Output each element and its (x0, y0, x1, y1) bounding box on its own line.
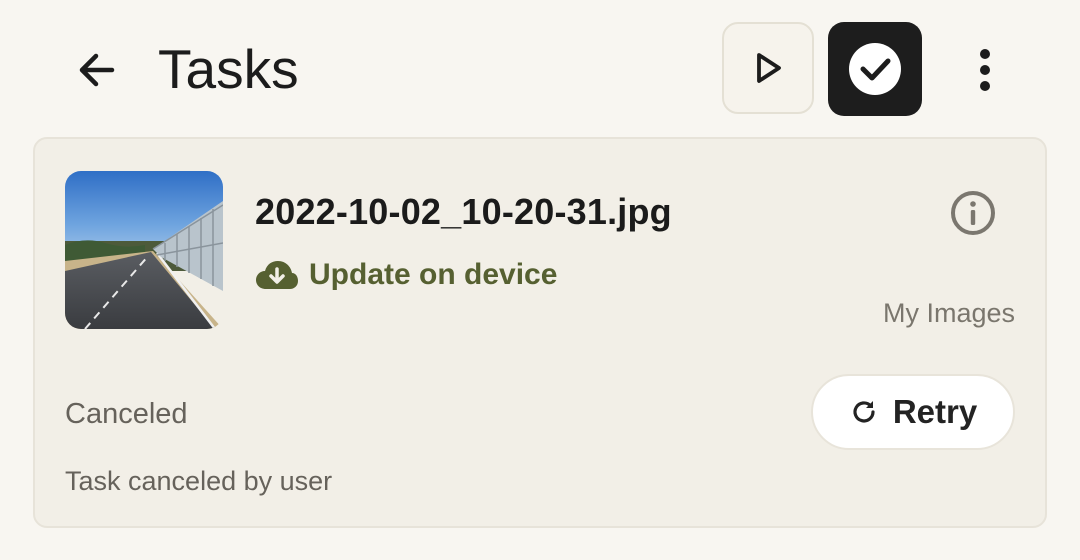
retry-label: Retry (892, 393, 978, 430)
task-filename: 2022-10-02_10-20-31.jpg (255, 191, 672, 232)
info-button[interactable] (945, 185, 1001, 241)
image-thumbnail[interactable] (65, 171, 223, 329)
status-text: Update on device (309, 258, 558, 291)
task-reason: Task canceled by user (65, 466, 333, 496)
task-card[interactable]: 2022-10-02_10-20-31.jpg Update on device… (33, 137, 1047, 528)
retry-button[interactable]: Retry (811, 374, 1015, 450)
task-status: Update on device (255, 253, 557, 297)
app-bar: Tasks (0, 0, 1080, 136)
start-all-button[interactable] (722, 22, 814, 114)
select-all-button[interactable] (828, 22, 922, 116)
task-state: Canceled (65, 398, 188, 430)
page-title: Tasks (158, 38, 299, 100)
album-name: My Images (882, 298, 1015, 328)
cloud-download-icon (256, 261, 298, 289)
more-options-button[interactable] (955, 30, 1015, 110)
more-vert-icon (980, 49, 990, 91)
info-icon (951, 191, 995, 235)
arrow-back-icon (79, 53, 115, 87)
play-icon (757, 53, 781, 83)
refresh-icon (853, 401, 875, 423)
back-button[interactable] (56, 30, 136, 110)
thumbnail-image (65, 171, 223, 329)
check-circle-icon (849, 43, 901, 95)
